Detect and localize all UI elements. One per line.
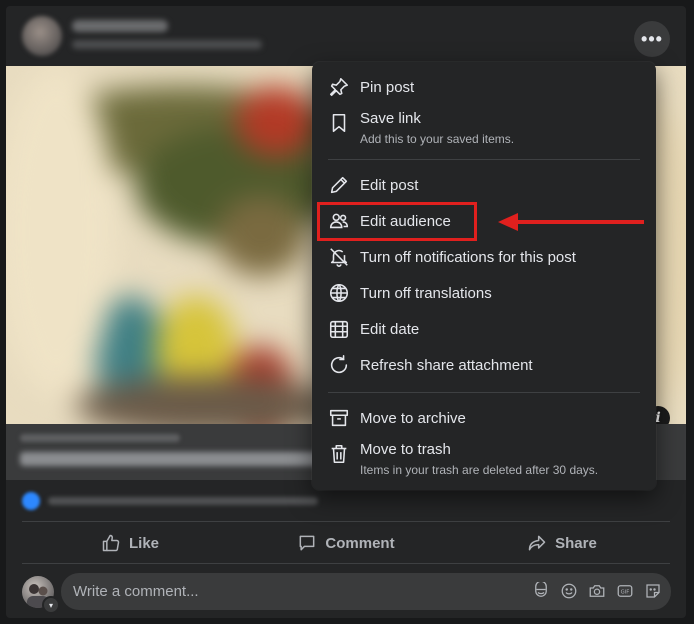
- annotation-arrow-icon: [498, 213, 644, 231]
- comment-tools: GIF: [531, 581, 663, 601]
- comment-label: Comment: [325, 534, 395, 552]
- chevron-down-icon[interactable]: ▾: [42, 596, 60, 614]
- post-header: •••: [6, 6, 686, 66]
- menu-item-label: Move to trash: [360, 441, 451, 458]
- like-button[interactable]: Like: [22, 533, 238, 553]
- menu-item-subtitle: Items in your trash are deleted after 30…: [360, 463, 599, 477]
- calendar-icon: [328, 318, 350, 340]
- refresh-icon: [328, 354, 350, 376]
- menu-item-label: Pin post: [360, 79, 415, 96]
- trash-icon: [328, 443, 350, 465]
- thumbs-up-icon: [102, 534, 120, 552]
- menu-item-edit-post[interactable]: Edit post: [320, 168, 648, 204]
- like-label: Like: [128, 534, 159, 552]
- menu-item-turn-off-notifications[interactable]: Turn off notifications for this post: [320, 240, 648, 276]
- svg-text:GIF: GIF: [621, 589, 630, 595]
- menu-item-pin-post[interactable]: Pin post: [320, 70, 648, 106]
- menu-item-label: Move to archive: [360, 410, 466, 427]
- bell-off-icon: [328, 246, 350, 268]
- menu-item-label: Edit date: [360, 321, 420, 338]
- bookmark-icon: [328, 112, 350, 134]
- link-title-redacted: [20, 452, 320, 466]
- menu-item-refresh-share-attachment[interactable]: Refresh share attachment: [320, 348, 648, 384]
- avatar-sticker-icon[interactable]: [531, 581, 551, 601]
- menu-separator: [328, 392, 640, 393]
- menu-item-label: Edit post: [360, 177, 419, 194]
- more-icon: •••: [641, 28, 663, 49]
- more-options-button[interactable]: •••: [634, 21, 670, 57]
- archive-icon: [328, 407, 350, 429]
- menu-item-label: Turn off translations: [360, 285, 492, 302]
- comment-bubble-icon: [299, 535, 315, 551]
- menu-item-move-to-archive[interactable]: Move to archive: [320, 401, 648, 437]
- menu-item-save-link[interactable]: Save link Add this to your saved items.: [320, 106, 648, 154]
- reaction-icon[interactable]: [22, 492, 40, 510]
- camera-icon[interactable]: [587, 581, 607, 601]
- reaction-summary-redacted[interactable]: [48, 497, 318, 505]
- post-actions: Like Comment Share: [22, 523, 670, 563]
- menu-item-edit-date[interactable]: Edit date: [320, 312, 648, 348]
- annotation-highlight-box: [317, 202, 477, 241]
- author-avatar[interactable]: [22, 16, 62, 56]
- divider: [22, 563, 670, 564]
- comment-placeholder: Write a comment...: [73, 583, 199, 600]
- pin-icon: [328, 76, 350, 98]
- globe-icon: [328, 282, 350, 304]
- menu-item-subtitle: Add this to your saved items.: [360, 132, 515, 146]
- link-domain-redacted: [20, 434, 180, 442]
- comment-input[interactable]: Write a comment... GIF: [61, 573, 671, 610]
- share-button[interactable]: Share: [454, 533, 670, 553]
- emoji-icon[interactable]: [559, 581, 579, 601]
- menu-item-label: Refresh share attachment: [360, 357, 533, 374]
- share-arrow-icon: [528, 535, 546, 551]
- sticker-icon[interactable]: [643, 581, 663, 601]
- pencil-icon: [328, 174, 350, 196]
- menu-item-label: Save link: [360, 110, 421, 127]
- post-meta-redacted: [72, 40, 262, 49]
- gif-icon[interactable]: GIF: [615, 581, 635, 601]
- menu-item-label: Turn off notifications for this post: [360, 249, 576, 266]
- menu-item-turn-off-translations[interactable]: Turn off translations: [320, 276, 648, 312]
- share-label: Share: [555, 534, 597, 552]
- comment-button[interactable]: Comment: [238, 533, 454, 553]
- comment-composer: ▾ Write a comment... GIF: [6, 568, 686, 618]
- divider: [22, 521, 670, 522]
- post-options-menu: Pin post Save link Add this to your save…: [312, 62, 656, 490]
- menu-item-move-to-trash[interactable]: Move to trash Items in your trash are de…: [320, 437, 648, 485]
- menu-separator: [328, 159, 640, 160]
- author-name-redacted[interactable]: [72, 20, 168, 32]
